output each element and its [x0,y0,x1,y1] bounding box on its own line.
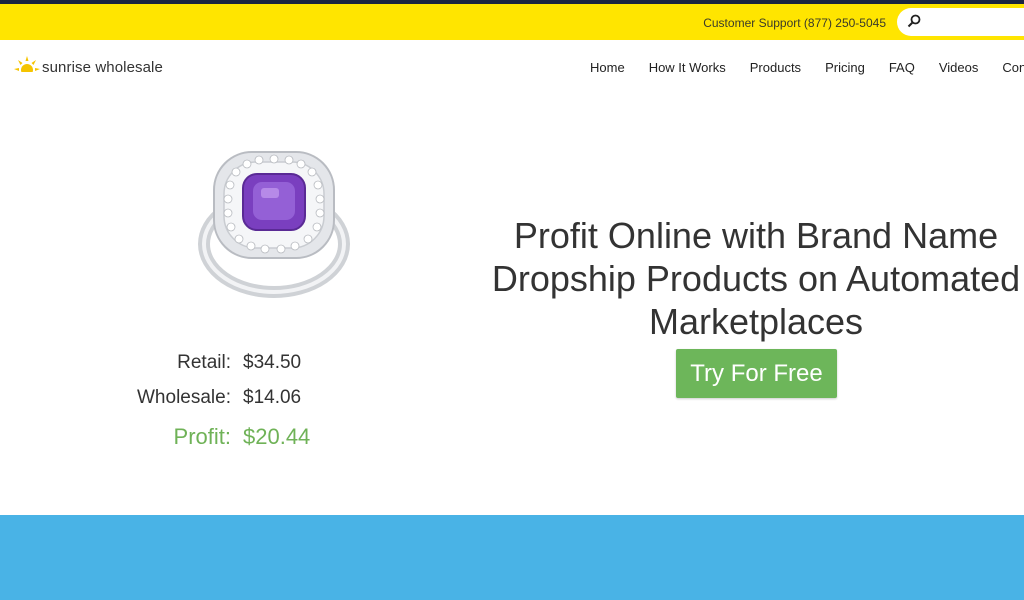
wholesale-row: Wholesale: $14.06 [0,387,301,409]
nav-pricing[interactable]: Pricing [825,60,865,75]
nav-contact[interactable]: Contact [1002,60,1024,75]
wholesale-label: Wholesale: [137,387,231,408]
logo[interactable]: sunrise wholesale [14,53,163,81]
nav-videos[interactable]: Videos [939,60,979,75]
retail-label: Retail: [177,352,231,373]
search-box[interactable] [897,8,1024,36]
logo-text: sunrise wholesale [42,58,163,76]
nav-faq[interactable]: FAQ [889,60,915,75]
product-ring-image [198,151,350,298]
nav-products[interactable]: Products [750,60,801,75]
hero-headline: Profit Online with Brand Name Dropship P… [491,215,1021,342]
hero-section: Retail: $34.50 Wholesale: $14.06 Profit:… [0,98,1024,515]
sun-logo-icon [14,56,40,80]
customer-support-text: Customer Support (877) 250-5045 [703,16,886,30]
profit-label: Profit: [173,424,231,449]
nav-how-it-works[interactable]: How It Works [649,60,726,75]
profit-row: Profit: $20.44 [0,424,311,450]
retail-value: $34.50 [243,352,302,373]
try-for-free-button[interactable]: Try For Free [676,349,837,398]
main-nav: Home How It Works Products Pricing FAQ V… [590,60,1024,75]
retail-row: Retail: $34.50 [0,352,301,374]
profit-value: $20.44 [243,424,311,449]
nav-home[interactable]: Home [590,60,625,75]
blue-section-band [0,515,1024,600]
site-header: sunrise wholesale Home How It Works Prod… [0,40,1024,98]
top-bar: Customer Support (877) 250-5045 [0,4,1024,40]
search-icon[interactable] [907,14,921,28]
wholesale-value: $14.06 [243,387,302,408]
